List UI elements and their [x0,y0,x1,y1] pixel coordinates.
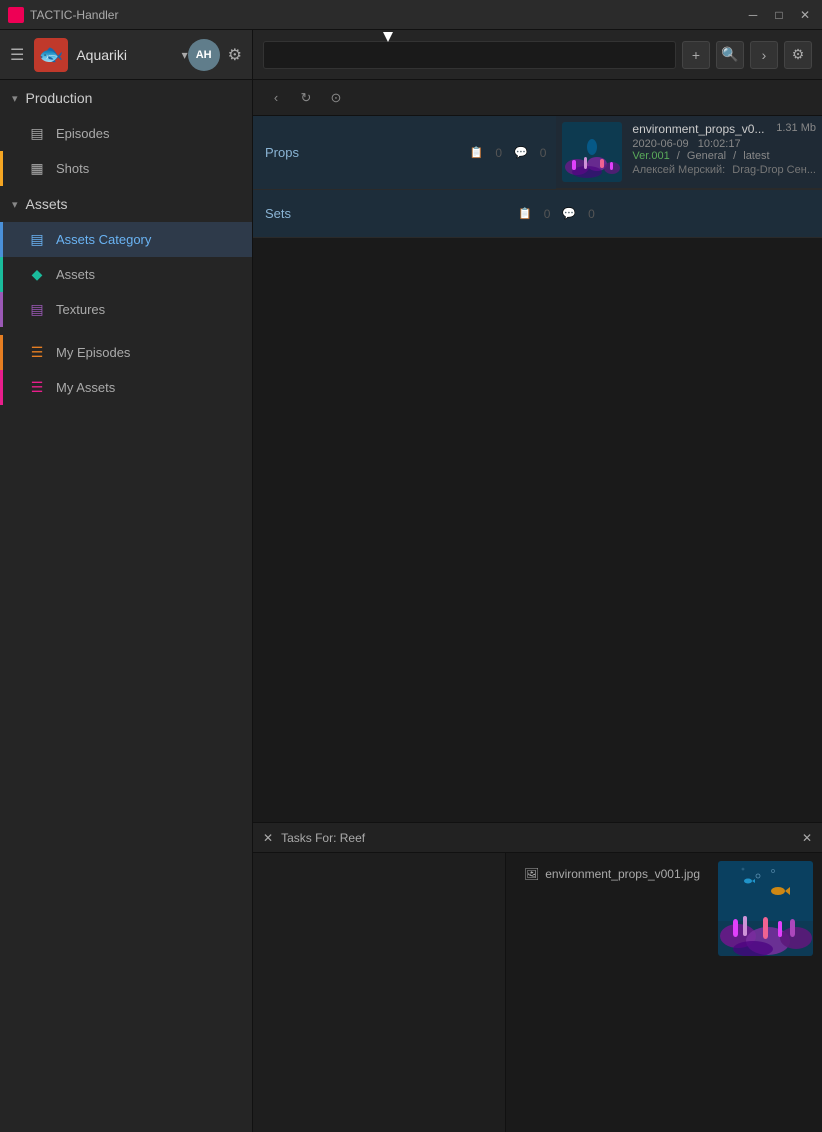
sidebar-item-shots[interactable]: ▦ Shots [0,151,252,186]
asset-tag: latest [743,150,769,162]
asset-date: 2020-06-09 10:02:17 [632,138,816,150]
sidebar-item-textures[interactable]: ▤ Textures [0,292,252,327]
sidebar-header: ☰ 🐟 Aquariki ▾ AH ⚙ [0,30,252,80]
gear-icon[interactable]: ⚙ [228,45,242,65]
close-button[interactable]: ✕ [796,6,814,24]
notes-count-props: 0 [540,146,547,160]
history-button[interactable]: ⊙ [323,85,349,111]
titlebar: TACTIC-Handler ─ □ ✕ [0,0,822,30]
file-icon: 🖼 [524,867,539,881]
main-content: + 🔍 › ⚙ ‹ ↻ ⊙ Props 📋 0 💬 0 [253,30,822,1132]
episodes-icon: ▤ [28,125,46,142]
file-item[interactable]: 🖼 environment_props_v001.jpg [514,861,710,887]
app-icon [8,7,24,23]
tasks-count-props: 0 [495,146,502,160]
assets-category-icon: ▤ [28,231,46,248]
sidebar-item-label-my-episodes: My Episodes [56,345,130,360]
sidebar-item-episodes[interactable]: ▤ Episodes [0,116,252,151]
panel-close-icon-right[interactable]: ✕ [802,831,812,845]
tasks-icon-sets: 📋 [518,207,532,220]
notes-icon-sets: 💬 [562,207,576,220]
add-button[interactable]: + [682,41,710,69]
production-section-header[interactable]: ▾ Production [0,80,252,116]
category-name-props: Props [253,137,460,168]
panel-close-icon-left[interactable]: ✕ [263,831,273,845]
search-button[interactable]: 🔍 [716,41,744,69]
bottom-panel: ✕ Tasks For: Reef ✕ 🖼 environment_props_… [253,822,822,1132]
image-preview [718,861,813,956]
settings-button[interactable]: ⚙ [784,41,812,69]
asset-category: General [687,150,726,162]
assets-section-header[interactable]: ▾ Assets [0,186,252,222]
asset-size: 1.31 Mb [776,122,816,134]
my-episodes-icon: ☰ [28,344,46,361]
production-label: Production [26,90,93,106]
sidebar-item-label-textures: Textures [56,302,105,317]
maximize-button[interactable]: □ [770,6,788,24]
table-row[interactable]: Props 📋 0 💬 0 [253,116,822,190]
textures-icon: ▤ [28,301,46,318]
secondary-toolbar: ‹ ↻ ⊙ [253,80,822,116]
back-button[interactable]: ‹ [263,85,289,111]
sidebar-right-icons: AH ⚙ [188,39,242,71]
asset-item-highlighted[interactable]: environment_props_v0... 1.31 Mb 2020-06-… [556,116,822,189]
asset-info: environment_props_v0... 1.31 Mb 2020-06-… [632,122,816,176]
minimize-button[interactable]: ─ [744,6,762,24]
app-container: ☰ 🐟 Aquariki ▾ AH ⚙ ▾ Production ▤ Episo… [0,30,822,1132]
sidebar-item-my-episodes[interactable]: ☰ My Episodes [0,335,252,370]
content-area: Props 📋 0 💬 0 [253,116,822,822]
sidebar-item-my-assets[interactable]: ☰ My Assets [0,370,252,405]
my-assets-icon: ☰ [28,379,46,396]
app-title: TACTIC-Handler [30,8,744,22]
hamburger-icon[interactable]: ☰ [10,45,24,65]
production-chevron: ▾ [12,92,18,105]
notes-count-sets: 0 [588,207,595,221]
category-meta-props: 📋 0 💬 0 [460,138,557,168]
shots-icon: ▦ [28,160,46,177]
sidebar-item-label-assets-category: Assets Category [56,232,151,247]
file-name: environment_props_v001.jpg [545,867,700,881]
category-name-sets: Sets [253,198,508,229]
asset-version: Ver.001 [632,150,669,162]
asset-filename: environment_props_v0... [632,122,764,136]
panel-title: Tasks For: Reef [281,831,794,845]
search-input[interactable] [263,41,676,69]
sidebar-item-assets-category[interactable]: ▤ Assets Category [0,222,252,257]
bottom-panel-left [253,853,506,1132]
sidebar-item-label-shots: Shots [56,161,89,176]
sidebar-item-label-my-assets: My Assets [56,380,115,395]
sidebar: ☰ 🐟 Aquariki ▾ AH ⚙ ▾ Production ▤ Episo… [0,30,253,1132]
sidebar-item-assets[interactable]: ◆ Assets [0,257,252,292]
sidebar-item-label-assets: Assets [56,267,95,282]
bottom-panel-header: ✕ Tasks For: Reef ✕ [253,823,822,853]
assets-icon: ◆ [28,266,46,283]
logo-icon: 🐟 [39,42,64,67]
assets-label: Assets [26,196,68,212]
notes-icon-props: 💬 [514,146,528,159]
refresh-button[interactable]: ↻ [293,85,319,111]
bottom-panel-right: 🖼 environment_props_v001.jpg [506,853,822,1132]
tasks-icon-props: 📋 [470,146,484,159]
table-row[interactable]: Sets 📋 0 💬 0 [253,190,822,238]
project-name: Aquariki [76,47,181,63]
assets-chevron: ▾ [12,198,18,211]
window-controls: ─ □ ✕ [744,6,814,24]
bottom-panel-content: 🖼 environment_props_v001.jpg [253,853,822,1132]
asset-thumbnail [562,122,622,182]
logo-box: 🐟 [34,38,68,72]
category-meta-sets: 📋 0 💬 0 [508,199,822,229]
avatar[interactable]: AH [188,39,220,71]
sidebar-item-label-episodes: Episodes [56,126,109,141]
tasks-count-sets: 0 [544,207,551,221]
top-toolbar: + 🔍 › ⚙ [253,30,822,80]
asset-note: Алексей Мерский: Drag-Drop Сен... [632,164,816,176]
forward-button[interactable]: › [750,41,778,69]
